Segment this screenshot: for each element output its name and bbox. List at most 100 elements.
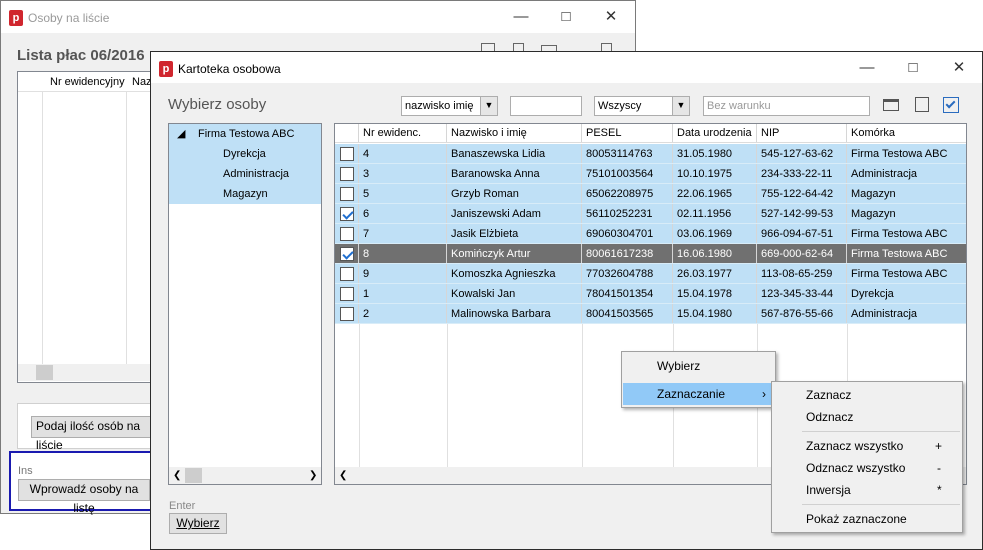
menu-item-select[interactable]: Wybierz	[623, 355, 774, 377]
bg-grid[interactable]: Nr ewidencyjny Naz	[17, 71, 157, 383]
page-title: Wybierz osoby	[168, 96, 267, 113]
filter-icon[interactable]	[915, 97, 929, 112]
row-checkbox[interactable]	[340, 267, 354, 281]
close-icon[interactable]: ✕	[936, 52, 982, 84]
cell-dob: 15.04.1978	[673, 284, 757, 303]
row-checkbox[interactable]	[340, 147, 354, 161]
shortcut-label: +	[935, 439, 943, 453]
menu-item-invert[interactable]: Inwersja *	[773, 479, 961, 501]
menu-item-unmark[interactable]: Odznacz	[773, 406, 961, 428]
row-check-cell[interactable]	[335, 284, 359, 303]
cell-nr: 1	[359, 284, 447, 303]
row-checkbox[interactable]	[340, 167, 354, 181]
row-check-cell[interactable]	[335, 224, 359, 243]
cell-dob: 16.06.1980	[673, 244, 757, 263]
minimize-icon[interactable]: —	[844, 52, 890, 84]
condition-input[interactable]: Bez warunku	[703, 96, 870, 116]
cell-dept: Administracja	[851, 168, 918, 180]
minimize-icon[interactable]: —	[498, 1, 544, 33]
menu-item-mark-all[interactable]: Zaznacz wszystko +	[773, 435, 961, 457]
cell-dept: Firma Testowa ABC	[851, 228, 948, 240]
filter-select[interactable]: Wszyscy ▼	[594, 96, 690, 116]
row-check-cell[interactable]	[335, 264, 359, 283]
app-logo-icon: p	[9, 10, 23, 26]
row-checkbox[interactable]	[340, 287, 354, 301]
cell-dept: Firma Testowa ABC	[851, 268, 948, 280]
collapse-icon[interactable]: ◢	[177, 127, 185, 140]
table-row[interactable]: 2 Malinowska Barbara 80041503565 15.04.1980…	[335, 304, 966, 324]
row-check-cell[interactable]	[335, 164, 359, 183]
col-dob[interactable]: Data urodzenia	[673, 124, 757, 142]
close-icon[interactable]: ✕	[588, 1, 634, 33]
cell-pesel: 56110252231	[582, 204, 673, 223]
scroll-right-icon[interactable]: ❯	[309, 467, 317, 484]
cell-dept: Magazyn	[851, 188, 896, 200]
sort-select-value: nazwisko imię	[405, 100, 474, 112]
cell-nip: 527-142-99-53	[757, 204, 847, 223]
table-row[interactable]: 5 Grzyb Roman 65062208975 22.06.1965 755-122…	[335, 184, 966, 204]
add-persons-button[interactable]: Wprowadź osoby na listę	[18, 479, 150, 515]
bg-titlebar: p Osoby na liście — □ ✕	[1, 1, 635, 33]
bg-hscroll[interactable]	[18, 364, 156, 381]
app-logo-icon: p	[159, 61, 173, 77]
row-checkbox[interactable]	[340, 207, 354, 221]
tree-item-magazyn[interactable]: Magazyn	[223, 186, 268, 202]
tree-item-root[interactable]: Firma Testowa ABC	[198, 126, 294, 142]
bg-page-title: Lista płac 06/2016	[17, 47, 145, 64]
row-checkbox[interactable]	[340, 187, 354, 201]
chevron-down-icon[interactable]: ▼	[672, 97, 689, 115]
cell-nr: 3	[359, 164, 447, 183]
cell-dob: 22.06.1965	[673, 184, 757, 203]
department-tree[interactable]: ◢ Firma Testowa ABC Dyrekcja Administrac…	[168, 123, 322, 485]
scroll-left-icon[interactable]: ❮	[339, 467, 347, 484]
sort-select[interactable]: nazwisko imię ▼	[401, 96, 498, 116]
maximize-icon[interactable]: □	[543, 1, 589, 33]
tree-item-administracja[interactable]: Administracja	[223, 166, 289, 182]
col-nr[interactable]: Nr ewidenc.	[359, 124, 447, 142]
scroll-thumb[interactable]	[36, 365, 53, 380]
row-checkbox[interactable]	[340, 227, 354, 241]
row-check-cell[interactable]	[335, 244, 359, 263]
row-check-cell[interactable]	[335, 144, 359, 163]
row-check-cell[interactable]	[335, 184, 359, 203]
table-row[interactable]: 9 Komoszka Agnieszka 77032604788 26.03.1977…	[335, 264, 966, 284]
cell-dob: 31.05.1980	[673, 144, 757, 163]
tree-hscroll[interactable]: ❮ ❯	[169, 467, 321, 484]
col-nip[interactable]: NIP	[757, 124, 847, 142]
row-check-cell[interactable]	[335, 304, 359, 323]
menu-item-unmark-all[interactable]: Odznacz wszystko -	[773, 457, 961, 479]
row-checkbox[interactable]	[340, 247, 354, 261]
scroll-left-icon[interactable]: ❮	[173, 467, 181, 484]
cell-nip: 669-000-62-64	[757, 244, 847, 263]
row-check-cell[interactable]	[335, 204, 359, 223]
menu-separator	[802, 431, 960, 432]
check-icon[interactable]	[943, 97, 959, 113]
col-pesel[interactable]: PESEL	[582, 124, 673, 142]
col-name[interactable]: Nazwisko i imię	[447, 124, 582, 142]
table-row[interactable]: 3 Baranowska Anna 75101003564 10.10.1975 234…	[335, 164, 966, 184]
maximize-icon[interactable]: □	[890, 52, 936, 84]
col-dept[interactable]: Komórka	[847, 124, 966, 142]
chevron-down-icon[interactable]: ▼	[480, 97, 497, 115]
cell-nip: 755-122-64-42	[757, 184, 847, 203]
cell-dob: 26.03.1977	[673, 264, 757, 283]
search-input[interactable]	[510, 96, 582, 116]
tree-item-dyrekcja[interactable]: Dyrekcja	[223, 146, 266, 162]
bg-col-name: Naz	[132, 76, 152, 88]
scroll-thumb[interactable]	[185, 468, 202, 483]
enter-count-button[interactable]: Podaj ilość osób na liście	[31, 416, 161, 452]
table-row[interactable]: 7 Jasik Elżbieta 69060304701 03.06.1969 966-…	[335, 224, 966, 244]
checkmark-glyph	[945, 98, 956, 109]
menu-item-mark[interactable]: Zaznacz	[773, 384, 961, 406]
cell-nip: 966-094-67-51	[757, 224, 847, 243]
table-row[interactable]: 4 Banaszewska Lidia 80053114763 31.05.1980 5…	[335, 144, 966, 164]
menu-item-show-marked[interactable]: Pokaż zaznaczone	[773, 508, 961, 530]
table-row[interactable]: 1 Kowalski Jan 78041501354 15.04.1978 123-34…	[335, 284, 966, 304]
menu-item-marking[interactable]: Zaznaczanie ›	[623, 383, 774, 405]
table-row[interactable]: 8 Komińczyk Artur 80061617238 16.06.1980 669…	[335, 244, 966, 264]
row-checkbox[interactable]	[340, 307, 354, 321]
folder-icon[interactable]	[883, 99, 899, 111]
select-button[interactable]: Wybierz	[169, 513, 227, 534]
table-row[interactable]: 6 Janiszewski Adam 56110252231 02.11.1956 52…	[335, 204, 966, 224]
bg-grid-header: Nr ewidencyjny Naz	[18, 72, 156, 92]
